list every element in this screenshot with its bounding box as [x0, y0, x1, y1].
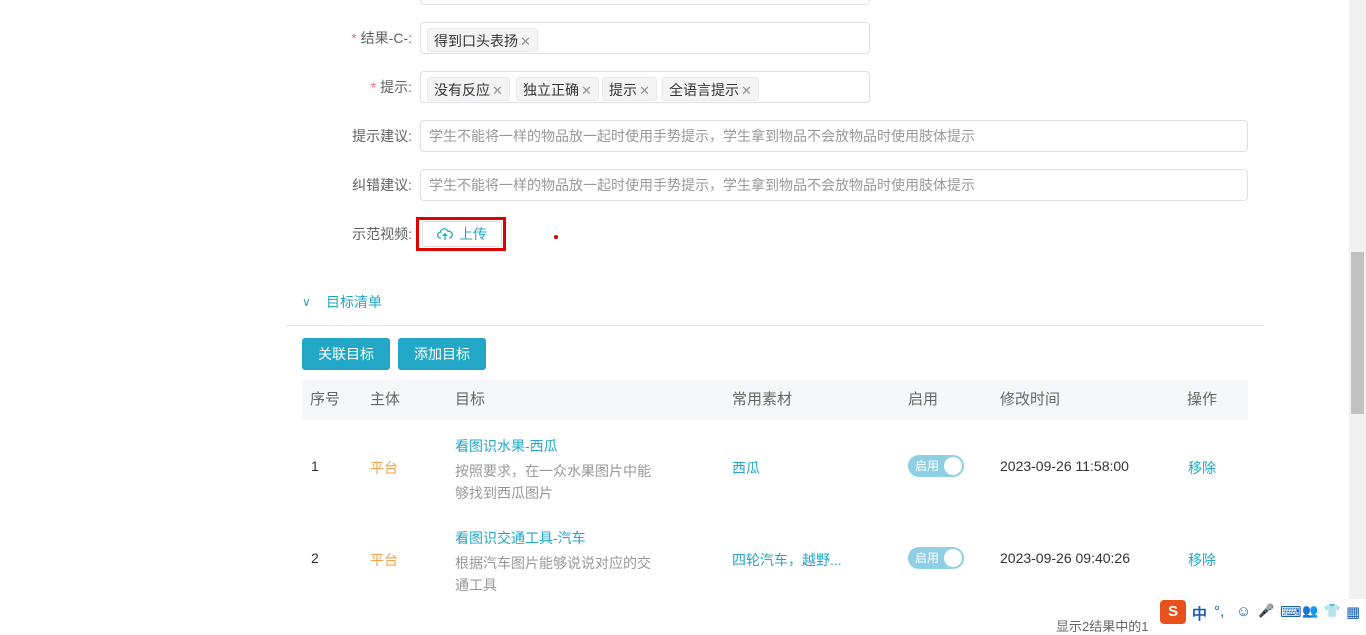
close-icon[interactable]: ✕ — [520, 34, 531, 49]
column-header: 修改时间 — [1000, 391, 1061, 408]
scrollbar-thumb[interactable] — [1351, 252, 1364, 414]
hint-select[interactable]: 没有反应 ✕ 独立正确 ✕ 提示 ✕ 全语言提示 ✕ — [420, 71, 870, 103]
hint-suggestion-input[interactable]: 学生不能将一样的物品放一起时使用手势提示，学生拿到物品不会放物品时使用肢体提示 — [420, 120, 1248, 152]
chevron-down-icon[interactable]: ∨ — [302, 294, 311, 310]
user-icon[interactable]: 👥 — [1302, 603, 1318, 619]
hint-label: * 提示: — [370, 79, 412, 95]
grid-icon[interactable]: ▦ — [1346, 603, 1360, 621]
column-header: 启用 — [908, 391, 939, 408]
tag: 得到口头表扬 ✕ — [427, 28, 538, 52]
pagination-summary: 显示2结果中的1 — [1056, 619, 1149, 634]
enable-toggle[interactable]: 启用 — [908, 455, 964, 477]
tag: 提示 ✕ — [602, 77, 657, 101]
hint-suggestion-value: 学生不能将一样的物品放一起时使用手势提示，学生拿到物品不会放物品时使用肢体提示 — [429, 128, 975, 144]
close-icon[interactable]: ✕ — [492, 83, 503, 98]
close-icon[interactable]: ✕ — [741, 83, 752, 98]
cloud-upload-icon — [436, 228, 453, 240]
punctuation-icon[interactable]: °, — [1214, 603, 1224, 620]
row-title-link[interactable]: 看图识交通工具-汽车 — [455, 528, 586, 548]
row-modified-time: 2023-09-26 09:40:26 — [1000, 550, 1130, 566]
divider — [286, 325, 1264, 326]
row-description: 按照要求，在一众水果图片中能 够找到西瓜图片 — [455, 463, 651, 501]
upload-button[interactable]: 上传 — [422, 221, 502, 247]
row-index: 2 — [311, 550, 319, 566]
sogou-logo-icon[interactable]: S — [1160, 600, 1186, 624]
close-icon[interactable]: ✕ — [581, 83, 592, 98]
add-target-button[interactable]: 添加目标 — [398, 338, 486, 370]
column-header: 主体 — [370, 391, 401, 408]
emoji-icon[interactable]: ☺ — [1236, 603, 1251, 620]
row-index: 1 — [311, 458, 319, 474]
demo-video-label: 示范视频: — [352, 226, 412, 242]
upload-label: 上传 — [459, 226, 487, 242]
result-c-label: * 结果-C-: — [351, 30, 412, 46]
tag: 全语言提示 ✕ — [662, 77, 759, 101]
remove-link[interactable]: 移除 — [1188, 550, 1216, 570]
correction-suggestion-input[interactable]: 学生不能将一样的物品放一起时使用手势提示，学生拿到物品不会放物品时使用肢体提示 — [420, 169, 1248, 201]
row-description: 根据汽车图片能够说说对应的交 通工具 — [455, 555, 651, 593]
red-dot-marker — [554, 235, 558, 239]
row-owner: 平台 — [370, 460, 398, 476]
close-icon[interactable]: ✕ — [639, 83, 650, 98]
remove-link[interactable]: 移除 — [1188, 458, 1216, 478]
ime-mode-icon[interactable]: 中 — [1192, 603, 1207, 624]
column-header: 序号 — [310, 391, 341, 408]
row-owner: 平台 — [370, 552, 398, 568]
ime-toolbar: S 中 °, ☺ 🎤 ⌨ 👥 👕 ▦ — [1158, 599, 1366, 625]
skin-icon[interactable]: 👕 — [1324, 603, 1340, 619]
result-c-select[interactable]: 得到口头表扬 ✕ — [420, 22, 870, 54]
correction-suggestion-label: 纠错建议: — [352, 177, 412, 193]
row-modified-time: 2023-09-26 11:58:00 — [1000, 458, 1129, 474]
column-header: 目标 — [455, 391, 486, 408]
keyboard-icon[interactable]: ⌨ — [1280, 603, 1302, 621]
link-target-button[interactable]: 关联目标 — [302, 338, 390, 370]
row-material-link[interactable]: 西瓜 — [732, 458, 760, 478]
microphone-icon[interactable]: 🎤 — [1258, 603, 1274, 619]
previous-field-edge — [420, 0, 870, 5]
tag: 独立正确 ✕ — [516, 77, 599, 101]
row-title-link[interactable]: 看图识水果-西瓜 — [455, 436, 558, 456]
tag: 没有反应 ✕ — [427, 77, 510, 101]
row-material-link[interactable]: 四轮汽车，越野... — [732, 550, 842, 570]
enable-toggle[interactable]: 启用 — [908, 547, 964, 569]
hint-suggestion-label: 提示建议: — [352, 128, 412, 144]
correction-suggestion-value: 学生不能将一样的物品放一起时使用手势提示，学生拿到物品不会放物品时使用肢体提示 — [429, 177, 975, 193]
column-header: 常用素材 — [732, 391, 793, 408]
column-header: 操作 — [1187, 391, 1218, 408]
section-title[interactable]: 目标清单 — [326, 294, 382, 310]
